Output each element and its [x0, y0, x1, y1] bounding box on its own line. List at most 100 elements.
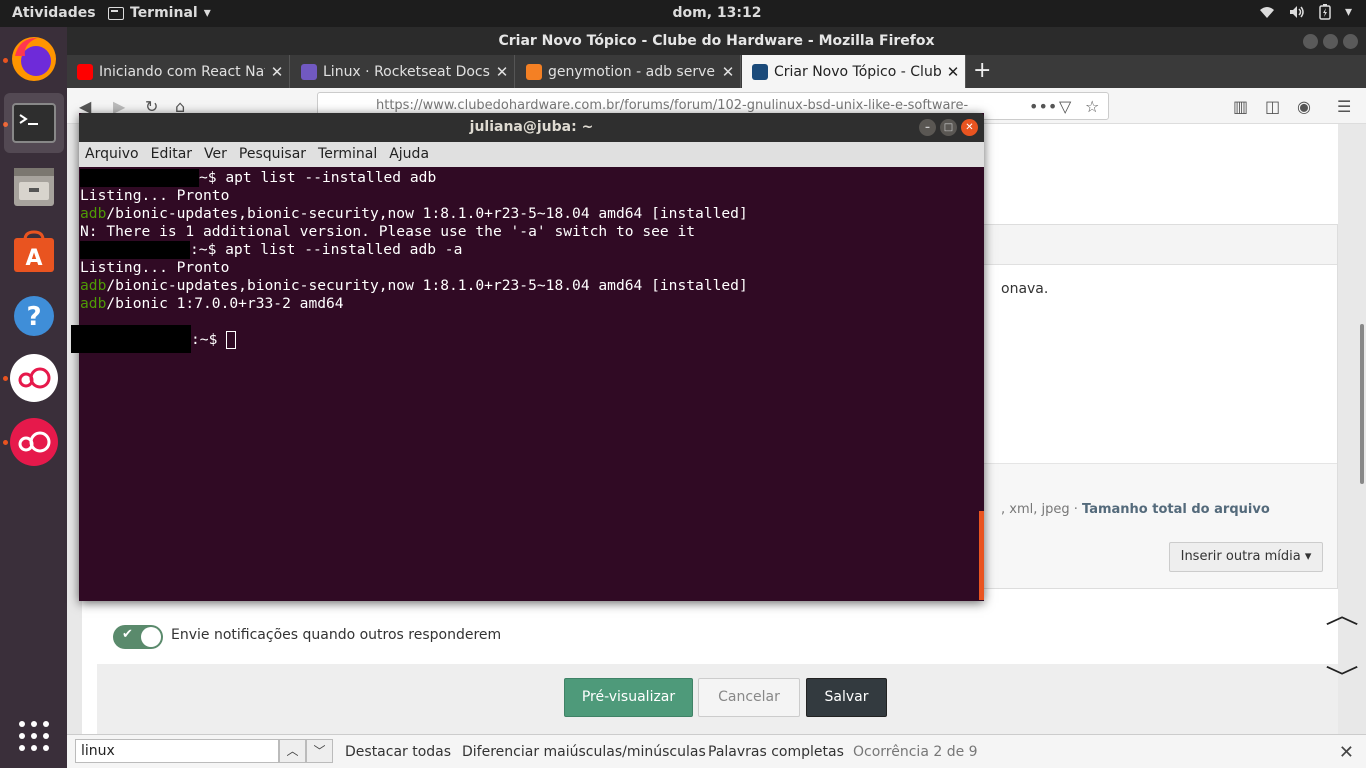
bookmark-star-icon[interactable]: ☆	[1085, 97, 1099, 116]
account-icon[interactable]: ◉	[1297, 97, 1311, 116]
menu-ver[interactable]: Ver	[204, 142, 227, 167]
close-button[interactable]: ✕	[961, 119, 978, 136]
attachment-info: , xml, jpeg · Tamanho total do arquivo	[1001, 502, 1270, 517]
tab-title: Criar Novo Tópico - Clube	[774, 63, 941, 80]
show-apps-icon[interactable]	[4, 706, 64, 766]
match-case-option[interactable]: Diferenciar maiúsculas/minúsculas	[462, 744, 706, 760]
terminal-line: adb/bionic 1:7.0.0+r33-2 amd64	[80, 295, 344, 312]
find-previous-button[interactable]: ︿	[279, 739, 306, 763]
help-icon[interactable]: ?	[4, 286, 64, 346]
find-input[interactable]: linux	[75, 739, 279, 763]
firefox-icon[interactable]	[4, 29, 64, 89]
terminal-line: N: There is 1 additional version. Please…	[80, 223, 696, 240]
battery-icon	[1319, 4, 1331, 20]
terminal-title: juliana@juba: ~	[469, 119, 594, 135]
minimize-button[interactable]: –	[919, 119, 936, 136]
stackoverflow-icon	[526, 63, 542, 80]
notify-toggle[interactable]: ✔	[113, 625, 163, 649]
redacted-block	[80, 241, 190, 259]
terminal-icon[interactable]	[4, 93, 64, 153]
url-text: https://www.clubedohardware.com.br/forum…	[376, 98, 969, 113]
window-controls	[1303, 34, 1358, 49]
terminal-line: Listing... Pronto	[80, 187, 230, 204]
system-tray[interactable]: ▾	[1259, 4, 1352, 20]
terminal-icon	[12, 103, 56, 143]
files-icon[interactable]	[4, 157, 64, 217]
clube-do-hardware-icon	[752, 63, 768, 80]
close-button[interactable]	[1343, 34, 1358, 49]
grid-icon	[19, 721, 49, 751]
top-bar: Atividades Terminal ▾ dom, 13:12 ▾	[0, 0, 1366, 27]
genymotion-icon	[10, 354, 58, 402]
notify-row: ✔ Envie notificações quando outros respo…	[97, 601, 1359, 663]
firefox-icon	[12, 37, 56, 81]
software-center-icon: A	[14, 230, 54, 272]
highlight-all-option[interactable]: Destacar todas	[345, 744, 451, 760]
tab-title: Iniciando com React Nati	[99, 63, 265, 80]
youtube-icon	[77, 63, 93, 80]
sidebar-icon[interactable]: ◫	[1265, 97, 1280, 116]
svg-text:A: A	[25, 246, 42, 271]
scroll-down-icon[interactable]: ﹀	[1325, 658, 1359, 693]
minimize-button[interactable]	[1303, 34, 1318, 49]
window-controls: – □ ✕	[919, 119, 978, 136]
terminal-line: ~$ apt list --installed adb	[80, 169, 436, 187]
menu-arquivo[interactable]: Arquivo	[85, 142, 139, 167]
scroll-up-icon[interactable]: ︿	[1325, 595, 1359, 630]
menu-terminal[interactable]: Terminal	[318, 142, 377, 167]
terminal-line: adb/bionic-updates,bionic-security,now 1…	[80, 205, 748, 222]
genymotion-icon[interactable]	[4, 348, 64, 408]
clock[interactable]: dom, 13:12	[0, 5, 1366, 21]
menu-icon[interactable]: ☰	[1337, 97, 1351, 116]
close-icon[interactable]: ✕	[1339, 742, 1354, 763]
editor-text: onava.	[1001, 281, 1049, 297]
terminal-window: juliana@juba: ~ – □ ✕ Arquivo Editar Ver…	[71, 113, 984, 601]
menu-ajuda[interactable]: Ajuda	[389, 142, 429, 167]
preview-button[interactable]: Pré-visualizar	[564, 678, 693, 717]
more-icon[interactable]: •••	[1029, 97, 1057, 116]
files-icon	[14, 168, 54, 206]
close-icon[interactable]: ✕	[265, 63, 289, 81]
tab-title: genymotion - adb server	[548, 63, 716, 80]
software-center-icon[interactable]: A	[4, 222, 64, 282]
window-titlebar: Criar Novo Tópico - Clube do Hardware - …	[67, 27, 1366, 55]
maximize-button[interactable]	[1323, 34, 1338, 49]
pocket-icon[interactable]: ▽	[1059, 97, 1071, 116]
chevron-down-icon: ▾	[1344, 4, 1352, 20]
window-title: Criar Novo Tópico - Clube do Hardware - …	[498, 33, 935, 49]
library-icon[interactable]: ▥	[1233, 97, 1248, 116]
redacted-block	[71, 325, 191, 353]
close-icon[interactable]: ✕	[490, 63, 514, 81]
find-bar: linux ︿ ﹀ Destacar todas Diferenciar mai…	[67, 734, 1366, 768]
dock: A ?	[0, 27, 67, 768]
volume-icon	[1289, 6, 1304, 18]
tab-rocketseat[interactable]: Linux · Rocketseat Docs ✕	[291, 55, 515, 88]
check-icon: ✔	[122, 627, 133, 642]
save-button[interactable]: Salvar	[806, 678, 887, 717]
redacted-block	[80, 169, 199, 187]
menu-pesquisar[interactable]: Pesquisar	[239, 142, 306, 167]
maximize-button[interactable]: □	[940, 119, 957, 136]
terminal-output[interactable]: ~$ apt list --installed adb Listing... P…	[71, 167, 977, 601]
close-icon[interactable]: ✕	[716, 63, 740, 81]
menu-editar[interactable]: Editar	[151, 142, 192, 167]
find-next-button[interactable]: ﹀	[306, 739, 333, 763]
help-icon: ?	[14, 296, 54, 336]
new-tab-button[interactable]: +	[973, 58, 991, 83]
tab-react-native[interactable]: Iniciando com React Nati ✕	[67, 55, 290, 88]
insert-media-button[interactable]: Inserir outra mídia ▾	[1169, 542, 1323, 572]
terminal-scrollbar[interactable]	[979, 511, 984, 600]
terminal-line: Listing... Pronto	[80, 259, 230, 276]
find-count: Ocorrência 2 de 9	[853, 744, 978, 760]
terminal-line: :~$ apt list --installed adb -a	[80, 241, 462, 259]
page-scrollbar[interactable]	[1360, 324, 1364, 484]
whole-words-option[interactable]: Palavras completas	[708, 744, 844, 760]
close-icon[interactable]: ✕	[941, 63, 965, 81]
cancel-button[interactable]: Cancelar	[698, 678, 800, 717]
svg-text:?: ?	[26, 302, 41, 332]
genymotion-icon[interactable]	[4, 412, 64, 472]
tab-genymotion[interactable]: genymotion - adb server ✕	[516, 55, 741, 88]
terminal-line: :~$	[71, 325, 237, 353]
tab-clube-do-hardware[interactable]: Criar Novo Tópico - Clube ✕	[742, 55, 966, 88]
terminal-titlebar: juliana@juba: ~ – □ ✕	[79, 113, 984, 142]
